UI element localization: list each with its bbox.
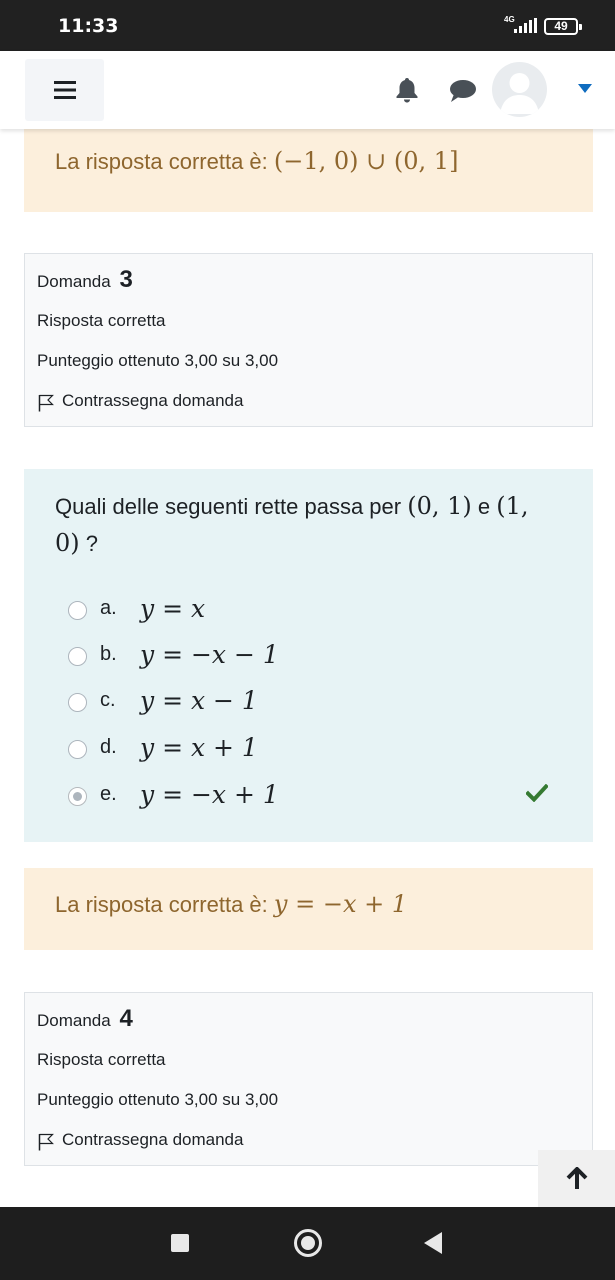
radio-d[interactable]: [68, 740, 87, 759]
option-b[interactable]: b. y = −x − 1: [24, 640, 593, 670]
feedback-label: La risposta corretta è:: [55, 149, 268, 174]
point-1: (0, 1): [407, 492, 472, 520]
option-letter: b.: [100, 643, 117, 665]
chat-icon[interactable]: [449, 79, 477, 103]
domanda-label: Domanda: [37, 1011, 111, 1030]
back-button[interactable]: [424, 1232, 442, 1254]
signal-icon: [514, 18, 537, 33]
radio-a[interactable]: [68, 601, 87, 620]
question-prefix: Quali delle seguenti rette passa per: [55, 494, 402, 519]
radio-e[interactable]: [68, 787, 87, 806]
option-formula: y = x: [140, 594, 206, 623]
option-c[interactable]: c. y = x − 1: [24, 686, 593, 716]
status-bar: 11:33 4G 49: [0, 0, 615, 51]
option-letter: d.: [100, 736, 117, 758]
menu-button[interactable]: [25, 59, 104, 121]
question-conjunction: e: [477, 494, 491, 519]
recents-button[interactable]: [171, 1234, 189, 1252]
option-letter: a.: [100, 597, 117, 619]
caret-down-icon[interactable]: [578, 84, 592, 93]
battery-level: 49: [554, 19, 568, 33]
option-formula: y = −x + 1: [140, 780, 279, 809]
question-number: 3: [119, 266, 133, 293]
question-status: Risposta corretta: [37, 1050, 166, 1069]
bell-icon[interactable]: [395, 77, 419, 103]
arrow-up-icon: [566, 1166, 587, 1189]
user-avatar[interactable]: [492, 62, 547, 117]
option-letter: c.: [100, 689, 116, 711]
status-time: 11:33: [58, 15, 119, 37]
option-e[interactable]: e. y = −x + 1: [24, 780, 593, 810]
flag-icon[interactable]: [38, 1133, 54, 1151]
question-score: Punteggio ottenuto 3,00 su 3,00: [37, 1090, 279, 1109]
feedback-answer: (−1, 0) ∪ (0, 1]: [273, 147, 459, 175]
option-formula: y = x + 1: [140, 733, 258, 762]
battery-icon: 49: [544, 18, 582, 35]
radio-c[interactable]: [68, 693, 87, 712]
feedback-q3: La risposta corretta è: y = −x + 1: [24, 868, 593, 950]
option-d[interactable]: d. y = x + 1: [24, 733, 593, 763]
radio-b[interactable]: [68, 647, 87, 666]
flag-icon[interactable]: [38, 394, 54, 412]
flag-question-link[interactable]: Contrassegna domanda: [62, 391, 243, 411]
option-letter: e.: [100, 783, 117, 805]
option-formula: y = x − 1: [140, 686, 258, 715]
back-to-top-button[interactable]: [538, 1150, 615, 1207]
option-formula: y = −x − 1: [140, 640, 279, 669]
question-suffix: ?: [85, 531, 99, 556]
feedback-answer: y = −x + 1: [273, 890, 408, 918]
question-status: Risposta corretta: [37, 311, 166, 330]
avatar-silhouette-icon: [500, 73, 539, 114]
question-3-content: Quali delle seguenti rette passa per (0,…: [24, 469, 593, 842]
domanda-label: Domanda: [37, 272, 111, 291]
flag-question-link[interactable]: Contrassegna domanda: [62, 1130, 243, 1150]
correct-check-icon: [526, 784, 548, 802]
home-button[interactable]: [294, 1229, 322, 1257]
system-navigation-bar: [0, 1207, 615, 1280]
question-info-4: Domanda 4 Risposta corretta Punteggio ot…: [24, 992, 593, 1166]
option-a[interactable]: a. y = x: [24, 594, 593, 624]
top-navbar: [0, 51, 615, 129]
feedback-label: La risposta corretta è:: [55, 892, 268, 917]
question-number: 4: [119, 1005, 133, 1032]
question-score: Punteggio ottenuto 3,00 su 3,00: [37, 351, 279, 370]
hamburger-icon: [53, 81, 76, 99]
question-text: Quali delle seguenti rette passa per (0,…: [55, 488, 555, 562]
question-info-3: Domanda 3 Risposta corretta Punteggio ot…: [24, 253, 593, 427]
